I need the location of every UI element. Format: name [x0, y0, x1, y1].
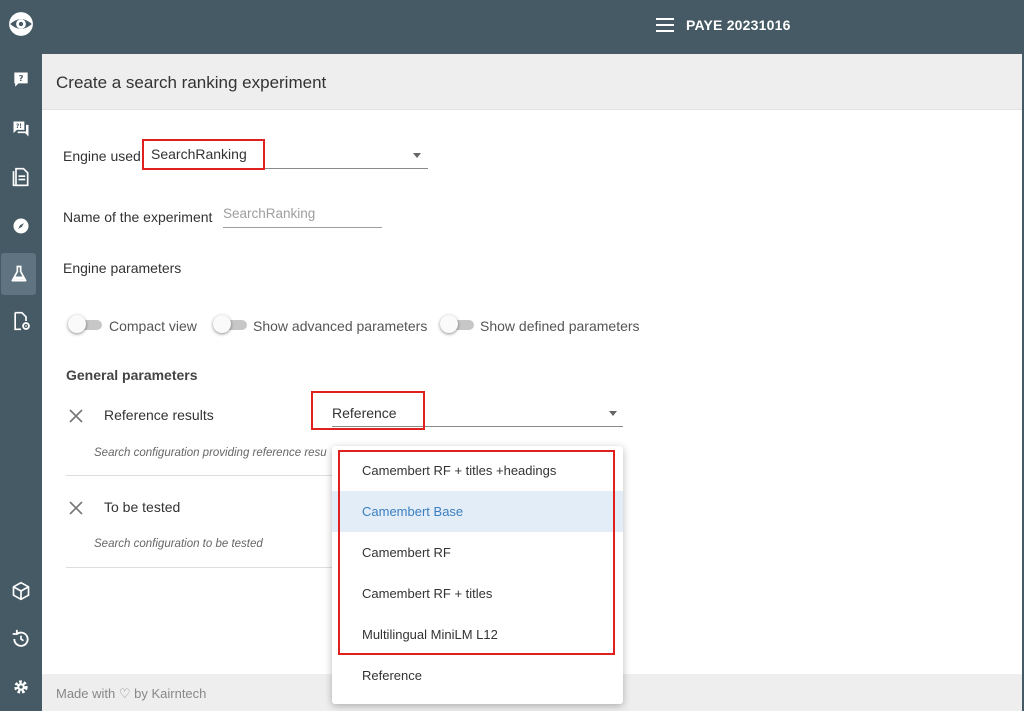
question-chat-icon[interactable]: ? [0, 60, 42, 100]
compass-icon[interactable] [0, 206, 42, 246]
engine-used-label: Engine used [63, 148, 141, 164]
annotation-box-engine [142, 139, 265, 170]
reference-results-label: Reference results [104, 407, 214, 423]
annotation-box-options [338, 450, 615, 655]
app-title: PAYE 20231016 [686, 17, 791, 33]
page-title: Create a search ranking experiment [56, 73, 327, 92]
cube-icon[interactable] [0, 571, 42, 611]
file-settings-icon[interactable] [0, 301, 42, 341]
chevron-down-icon [413, 153, 421, 158]
compact-view-label: Compact view [109, 318, 197, 334]
page-header: Create a search ranking experiment [42, 54, 1022, 110]
dropdown-option[interactable]: Reference [332, 655, 623, 696]
experiment-name-placeholder: SearchRanking [223, 206, 316, 221]
compact-view-toggle[interactable] [68, 315, 102, 333]
engine-parameters-label: Engine parameters [63, 260, 182, 276]
logo-eye-icon[interactable] [0, 4, 42, 44]
show-advanced-label: Show advanced parameters [253, 318, 428, 334]
show-defined-label: Show defined parameters [480, 318, 640, 334]
hamburger-menu-icon[interactable] [656, 18, 674, 32]
show-advanced-toggle[interactable] [213, 315, 247, 333]
experiment-name-input[interactable]: SearchRanking [223, 203, 382, 229]
sidebar: ? ?! [0, 0, 42, 711]
svg-text:?: ? [19, 73, 24, 83]
show-defined-toggle[interactable] [440, 315, 474, 333]
history-icon[interactable] [0, 619, 42, 659]
close-icon[interactable] [68, 500, 84, 516]
svg-text:?!: ?! [16, 124, 22, 130]
row-divider [66, 475, 334, 476]
experiment-name-underline [223, 227, 382, 228]
experiment-name-label: Name of the experiment [63, 209, 213, 225]
document-icon[interactable] [0, 157, 42, 197]
annotation-box-reference [311, 391, 425, 430]
reference-hint: Search configuration providing reference… [94, 447, 327, 459]
settings-gear-icon[interactable] [0, 667, 42, 707]
row-divider [66, 567, 334, 568]
qa-forum-icon[interactable]: ?! [0, 109, 42, 149]
top-bar: PAYE 20231016 [42, 0, 1024, 54]
close-icon[interactable] [68, 408, 84, 424]
chevron-down-icon [609, 411, 617, 416]
footer-text: Made with ♡ by Kairntech [56, 686, 207, 701]
app-title-group: PAYE 20231016 [656, 17, 791, 33]
general-parameters-title: General parameters [66, 367, 198, 383]
flask-icon[interactable] [1, 253, 36, 295]
to-be-tested-label: To be tested [104, 499, 181, 515]
to-be-tested-hint: Search configuration to be tested [94, 538, 263, 550]
